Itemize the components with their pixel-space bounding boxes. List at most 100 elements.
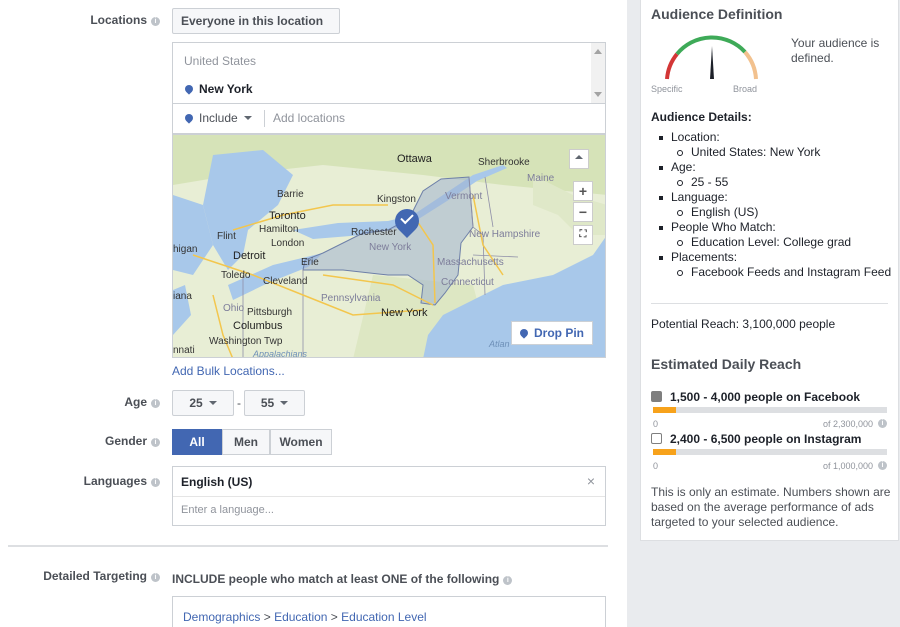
map-label-detroit: Detroit [233,250,266,262]
map-label-maine: Maine [527,173,555,184]
languages-divider [173,496,605,497]
locations-label: Locations i [60,13,160,27]
drop-pin-button[interactable]: Drop Pin [511,321,593,345]
map-label-kingston: Kingston [377,194,416,205]
age-separator: - [237,396,241,410]
languages-box: English (US) × Enter a language... [172,466,606,526]
gauge-specific-label: Specific [651,84,683,94]
info-icon[interactable]: i [151,17,160,26]
instagram-reach-bar-fill [653,449,677,455]
location-type-value: Everyone in this location [181,14,324,28]
chevron-down-icon [208,401,217,405]
info-icon[interactable]: i [151,478,160,487]
detail-placements: Placements: [659,250,891,265]
age-label-text: Age [124,395,147,409]
estimate-note: This is only an estimate. Numbers shown … [651,485,891,529]
detailed-targeting-label: Detailed Targeting i [20,569,160,583]
gauge-broad-label: Broad [733,84,758,94]
audience-status: Your audience is defined. [791,36,880,65]
info-icon[interactable]: i [878,461,887,470]
instagram-reach-bar [653,449,887,455]
targeting-breadcrumb: Demographics > Education > Education Lev… [183,610,427,624]
map-label-cinnati: nnati [173,345,195,356]
facebook-reach-row: 1,500 - 4,000 people on Facebook [651,390,860,404]
location-type-dropdown[interactable]: Everyone in this location [172,8,340,47]
instagram-reach-row: 2,400 - 6,500 people on Instagram [651,432,861,446]
add-bulk-locations-link[interactable]: Add Bulk Locations... [172,364,285,378]
location-city[interactable]: New York [199,82,253,96]
zoom-in-button[interactable]: + [573,181,593,201]
map-label-new-york-state: New York [369,242,412,253]
include-divider [264,110,265,127]
instagram-reach-scale: 0 of 1,000,000 i [653,461,887,471]
section-divider [8,545,608,547]
info-icon[interactable]: i [151,399,160,408]
detail-placements-value: Facebook Feeds and Instagram Feed [659,265,891,280]
gender-all-button[interactable]: All [172,429,222,455]
location-include-row: Include Add locations [172,104,606,134]
crumb-demographics[interactable]: Demographics [183,610,260,624]
map-collapse-button[interactable] [569,149,589,169]
location-country: United States [184,54,257,68]
languages-label-text: Languages [83,474,147,488]
audience-definition-title: Audience Definition [651,6,783,22]
remove-language-icon[interactable]: × [587,473,595,489]
map-label-erie: Erie [301,257,319,268]
scroll-up-icon[interactable] [594,49,602,54]
panel-divider [651,303,888,304]
map-label-flint: Flint [217,231,236,242]
age-max-dropdown[interactable]: 55 [244,390,305,416]
add-locations-input[interactable]: Add locations [273,111,345,125]
map-label-iana: iana [173,291,192,302]
fullscreen-icon: ⛶ [579,229,587,240]
chevron-down-icon [243,116,252,120]
info-icon[interactable]: i [151,438,160,447]
map-label-cleveland: Cleveland [263,276,308,287]
map-label-columbus: Columbus [233,320,283,332]
map-label-appalachians: Appalachians [253,349,308,358]
detail-language-value: English (US) [659,205,891,220]
audience-details-title: Audience Details: [651,110,752,124]
pin-icon [183,112,195,124]
instagram-scale-min: 0 [653,461,659,471]
map-label-toronto: Toronto [269,210,306,222]
facebook-scale-max: of 2,300,000 [822,419,873,429]
info-icon[interactable]: i [151,573,160,582]
age-min-dropdown[interactable]: 25 [172,390,234,416]
map-label-ohio: Ohio [223,303,245,314]
map-label-pittsburgh: Pittsburgh [247,307,293,318]
gender-men-button[interactable]: Men [222,429,270,455]
fullscreen-button[interactable]: ⛶ [573,225,593,245]
facebook-reach-scale: 0 of 2,300,000 i [653,419,887,429]
detailed-targeting-instruction: INCLUDE people who match at least ONE of… [172,572,513,586]
facebook-icon [651,391,662,402]
audience-panel: Audience Definition Specific Broad Your … [640,0,899,541]
include-dropdown[interactable]: Include [183,111,252,125]
map-label-massachusetts: Massachusetts [437,257,504,268]
detail-people-who-match-value: Education Level: College grad [659,235,891,250]
detail-location: Location: [659,130,891,145]
info-icon[interactable]: i [503,576,513,585]
estimated-daily-reach-title: Estimated Daily Reach [651,356,802,372]
detail-people-who-match: People Who Match: [659,220,891,235]
instagram-reach-text: 2,400 - 6,500 people on Instagram [670,432,862,446]
info-icon[interactable]: i [878,419,887,428]
map-label-ottawa: Ottawa [397,153,432,165]
instruction-text: INCLUDE people who match at least ONE of… [172,572,500,586]
gender-label-text: Gender [104,434,147,448]
zoom-out-button[interactable]: − [573,202,593,222]
crumb-separator: > [330,610,338,624]
language-input[interactable]: Enter a language... [181,504,274,516]
crumb-education[interactable]: Education [274,610,327,624]
locations-label-text: Locations [90,13,147,27]
instagram-icon [651,433,662,444]
gender-women-button[interactable]: Women [270,429,332,455]
crumb-education-level[interactable]: Education Level [341,610,426,624]
location-pin-icon [183,83,195,95]
gender-label: Gender i [60,434,160,448]
map-label-hamilton: Hamilton [259,224,299,235]
scroll-down-icon[interactable] [594,92,602,97]
instagram-scale-max: of 1,000,000 [822,461,873,471]
location-map[interactable]: Ottawa Sherbrooke Maine Barrie Kingston … [172,134,606,358]
locations-scrollbar[interactable] [591,43,605,103]
